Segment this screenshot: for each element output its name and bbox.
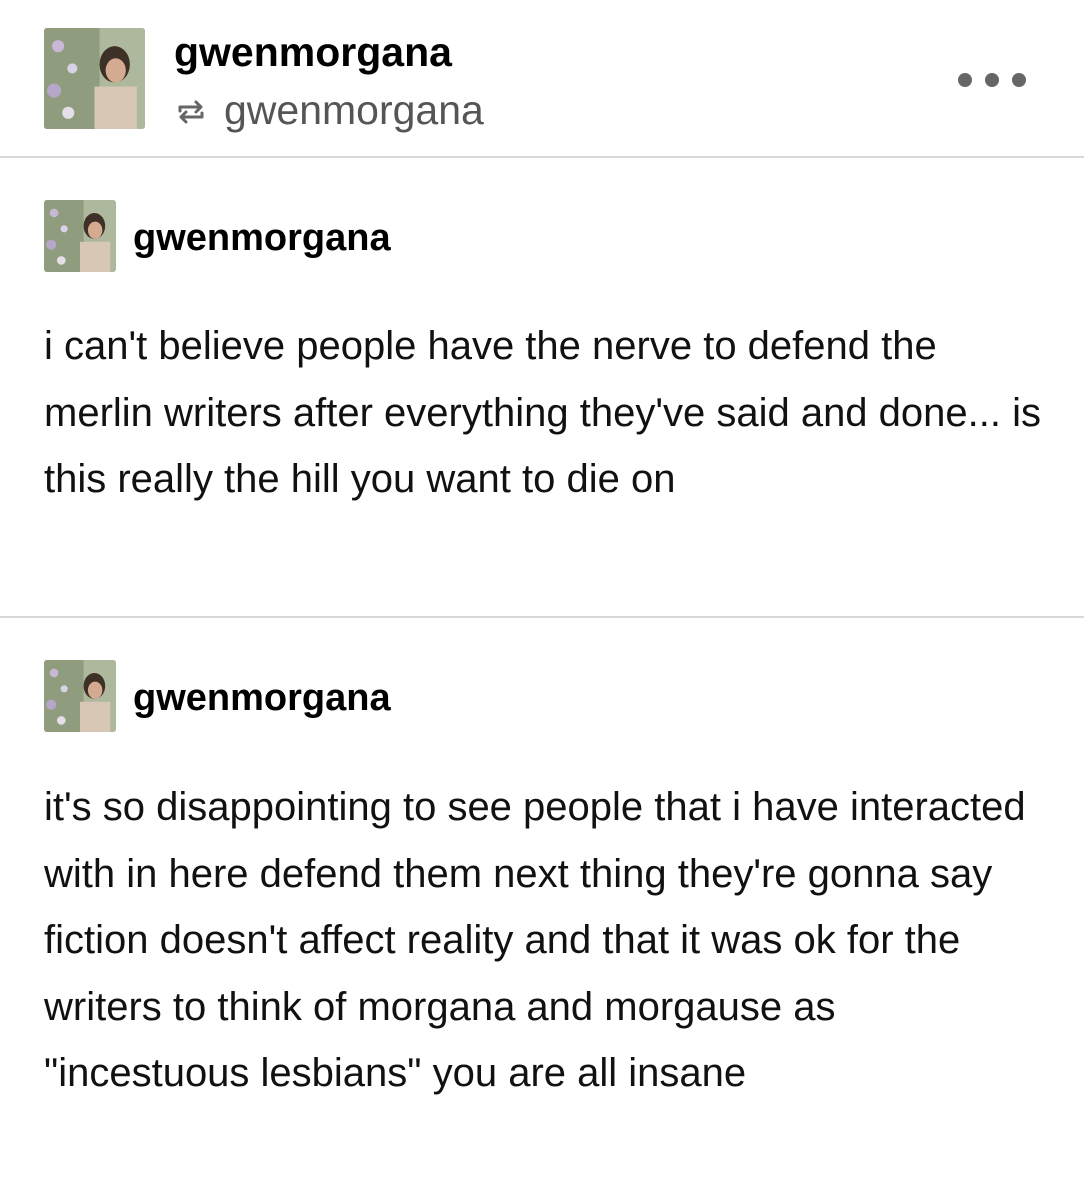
avatar-image [44, 660, 116, 732]
entry-author-link[interactable]: gwenmorgana [133, 674, 391, 722]
reblog-source-name: gwenmorgana [224, 86, 484, 133]
reblog-icon [178, 100, 204, 124]
dot [958, 73, 972, 87]
dot [985, 73, 999, 87]
blog-name-link[interactable]: gwenmorgana [174, 26, 452, 78]
more-options-icon[interactable] [958, 66, 1026, 94]
reblog-entry-2: gwenmorgana it's so disappointing to see… [0, 618, 1084, 1200]
entry-author-link[interactable]: gwenmorgana [133, 214, 391, 262]
reblog-entry-1: gwenmorgana i can't believe people have … [0, 158, 1084, 616]
avatar-image [44, 28, 145, 129]
entry-avatar[interactable] [44, 200, 116, 272]
blog-avatar[interactable] [44, 28, 145, 129]
entry-avatar[interactable] [44, 660, 116, 732]
dot [1012, 73, 1026, 87]
reblog-source[interactable]: gwenmorgana [174, 84, 484, 136]
entry-text: it's so disappointing to see people that… [44, 785, 1026, 1095]
post-header: gwenmorgana gwenmorgana [0, 0, 1084, 156]
avatar-image [44, 200, 116, 272]
entry-text: i can't believe people have the nerve to… [44, 324, 1041, 501]
